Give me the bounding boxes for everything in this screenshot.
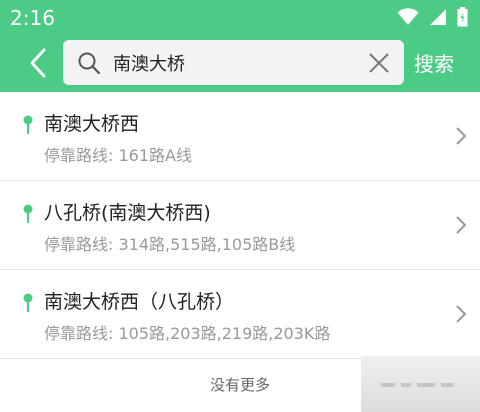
stop-routes: 停靠路线: 105路,203路,219路,203K路 (44, 324, 331, 343)
battery-icon (457, 7, 468, 27)
back-button[interactable] (20, 44, 56, 82)
search-button[interactable]: 搜索 (414, 48, 454, 77)
wifi-icon (397, 8, 419, 25)
search-icon (78, 52, 101, 75)
stop-name: 南澳大桥西 (44, 113, 140, 135)
toolbar: 搜索 (0, 34, 480, 92)
list-item[interactable]: 八孔桥(南澳大桥西) 停靠路线: 314路,515路,105路B线 (0, 181, 480, 270)
pin-icon (23, 293, 33, 312)
search-input[interactable] (113, 48, 353, 78)
status-icons (397, 7, 468, 27)
chevron-right-icon (456, 216, 467, 234)
clear-icon[interactable] (366, 50, 392, 76)
stop-routes: 停靠路线: 314路,515路,105路B线 (44, 235, 296, 254)
chevron-left-icon (30, 48, 46, 78)
no-more-text: 没有更多 (209, 376, 270, 394)
stop-name: 南澳大桥西（八孔桥） (44, 291, 235, 313)
results-list: 南澳大桥西 停靠路线: 161路A线 八孔桥(南澳大桥西) 停靠路线: 314路… (0, 92, 480, 359)
chevron-right-icon (456, 127, 467, 145)
stop-name: 八孔桥(南澳大桥西) (44, 202, 211, 224)
list-item[interactable]: 南澳大桥西（八孔桥） 停靠路线: 105路,203路,219路,203K路 (0, 270, 480, 359)
status-bar: 2:16 (0, 0, 480, 34)
pin-icon (23, 115, 33, 134)
chevron-right-icon (456, 305, 467, 323)
pin-icon (23, 204, 33, 223)
signal-icon (430, 9, 446, 25)
list-item[interactable]: 南澳大桥西 停靠路线: 161路A线 (0, 92, 480, 181)
stop-routes: 停靠路线: 161路A线 (44, 146, 192, 165)
search-box[interactable] (63, 40, 404, 85)
status-time: 2:16 (10, 6, 55, 30)
